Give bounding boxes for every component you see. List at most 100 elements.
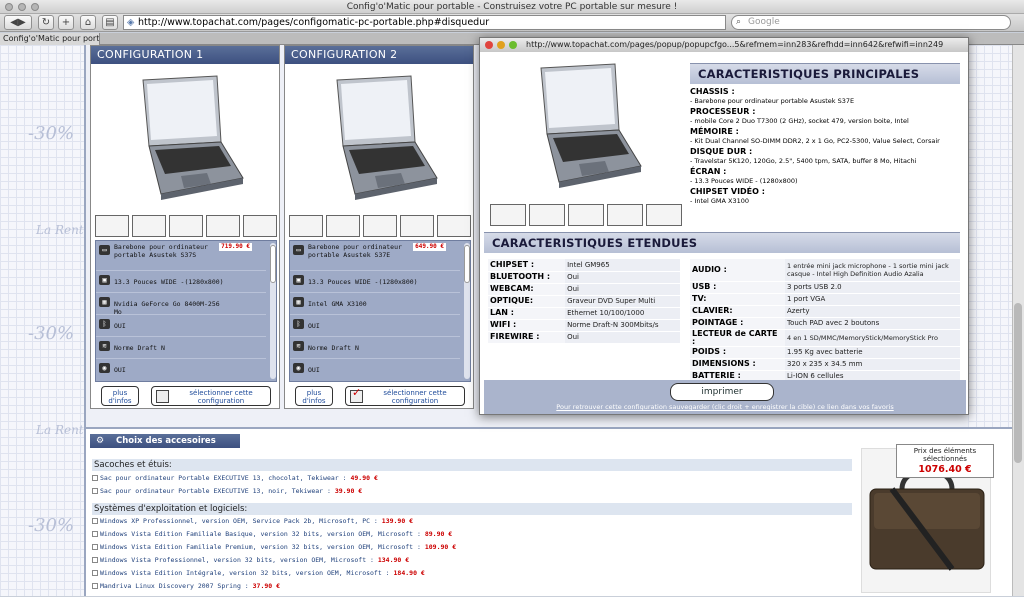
config-item[interactable]: ≋ Norme Draft N [96, 337, 266, 359]
thumbnail[interactable] [326, 215, 360, 237]
url-text: http://www.topachat.com/pages/configomat… [138, 17, 490, 28]
main-specs-title: CARACTERISTIQUES PRINCIPALES [690, 63, 960, 84]
accessory-item[interactable]: Sac pour ordinateur Portable EXECUTIVE 1… [92, 474, 378, 482]
scroll-thumb[interactable] [270, 245, 276, 283]
item-checkbox[interactable] [92, 518, 98, 524]
list-scrollbar[interactable] [270, 243, 276, 379]
thumbnail[interactable] [437, 215, 471, 237]
item-checkbox[interactable] [92, 531, 98, 537]
select-checkbox[interactable]: ✓ [350, 386, 363, 403]
popup-titlebar: http://www.topachat.com/pages/popup/popu… [480, 38, 968, 52]
thumbnail[interactable] [95, 215, 129, 237]
zoom-popup-button[interactable] [509, 41, 517, 49]
discount-mark: -30% [28, 515, 75, 536]
thumbnail[interactable] [169, 215, 203, 237]
forward-icon[interactable]: ▶ [18, 17, 26, 28]
close-window-button[interactable] [5, 3, 13, 11]
config-item[interactable]: ≋ Norme Draft N [290, 337, 460, 359]
thumbnail[interactable] [529, 204, 565, 226]
webcam-icon: ◉ [99, 363, 110, 373]
url-bar[interactable]: ◈ http://www.topachat.com/pages/configom… [123, 15, 726, 30]
category-heading: Sacoches et étuis: [92, 459, 852, 471]
config-item[interactable]: ▭ Barebone pour ordinateur portable Asus… [290, 241, 460, 271]
spec-popup-window: http://www.topachat.com/pages/popup/popu… [479, 37, 969, 415]
select-checkbox[interactable] [156, 390, 169, 403]
new-tab-button[interactable]: + [58, 15, 74, 30]
back-forward-buttons[interactable]: ◀▶ [4, 15, 32, 30]
accessory-item[interactable]: Windows Vista Professionnel, version 32 … [92, 556, 409, 564]
home-button[interactable]: ⌂ [80, 15, 96, 30]
thumbnail[interactable] [243, 215, 277, 237]
brand-mark: La Rent [36, 423, 84, 437]
thumbnail[interactable] [363, 215, 397, 237]
select-config-button[interactable]: sélectionner cette configuration [151, 386, 271, 406]
minimize-window-button[interactable] [18, 3, 26, 11]
extended-specs-title: CARACTERISTIQUES ETENDUES [484, 232, 960, 253]
config-item[interactable]: ▣ 13.3 Pouces WIDE -(1280x800) [96, 271, 266, 293]
accessories-section: ⚙ Choix des accesoires Sacoches et étuis… [86, 427, 1012, 596]
webcam-icon: ◉ [293, 363, 304, 373]
scroll-thumb[interactable] [464, 245, 470, 283]
save-config-link[interactable]: Pour retrouver cette configuration sauve… [484, 403, 966, 411]
accessory-item[interactable]: Windows Vista Edition Intégrale, version… [92, 569, 425, 577]
config-item[interactable]: ▭ Barebone pour ordinateur portable Asus… [96, 241, 266, 271]
thumbnail[interactable] [132, 215, 166, 237]
back-icon[interactable]: ◀ [10, 17, 18, 28]
config-item[interactable]: ◉ OUI [96, 359, 266, 381]
laptop-icon: ▭ [99, 245, 110, 255]
thumbnail[interactable] [568, 204, 604, 226]
discount-mark: -30% [28, 123, 75, 144]
accessory-item[interactable]: Sac pour ordinateur Portable EXECUTIVE 1… [92, 487, 362, 495]
page-scroll-thumb[interactable] [1014, 303, 1022, 463]
config-title: CONFIGURATION 2 [285, 46, 473, 64]
reload-button[interactable]: ↻ [38, 15, 54, 30]
config-item[interactable]: ᛒ OUI [290, 315, 460, 337]
item-checkbox[interactable] [92, 475, 98, 481]
thumbnail[interactable] [289, 215, 323, 237]
close-popup-button[interactable] [485, 41, 493, 49]
accessory-item[interactable]: Windows Vista Edition Familiale Basique,… [92, 530, 452, 538]
config-title: CONFIGURATION 1 [91, 46, 279, 64]
zoom-window-button[interactable] [31, 3, 39, 11]
thumbnail[interactable] [607, 204, 643, 226]
accessory-item[interactable]: Mandriva Linux Discovery 2007 Spring : 3… [92, 582, 280, 590]
accessory-item[interactable]: Windows XP Professionnel, version OEM, S… [92, 517, 413, 525]
gpu-icon: ▦ [99, 297, 110, 307]
popup-thumbnail-strip [490, 204, 686, 226]
print-button[interactable]: ▤ [102, 15, 118, 30]
accessories-title: ⚙ Choix des accesoires [90, 434, 240, 448]
thumbnail-strip [289, 215, 471, 237]
select-config-button[interactable]: ✓ sélectionner cette configuration [345, 386, 465, 406]
laptop-image [540, 63, 642, 188]
monitor-icon: ▣ [293, 275, 304, 285]
item-checkbox[interactable] [92, 544, 98, 550]
config-item[interactable]: ◉ OUI [290, 359, 460, 381]
accessory-item[interactable]: Windows Vista Edition Familiale Premium,… [92, 543, 456, 551]
config-item[interactable]: ▦ Nvidia GeForce Go 8400M-256 Mo [96, 293, 266, 316]
print-button[interactable]: imprimer [670, 383, 774, 401]
item-checkbox[interactable] [92, 557, 98, 563]
config-item[interactable]: ▦ Intel GMA X3100 [290, 293, 460, 315]
thumbnail[interactable] [206, 215, 240, 237]
plus-icon: + [61, 17, 71, 28]
tab-configomatic[interactable]: Config'o'Matic pour portable [0, 33, 100, 45]
more-info-button[interactable]: plus d'infos [295, 386, 333, 406]
thumbnail[interactable] [400, 215, 434, 237]
thumbnail[interactable] [490, 204, 526, 226]
config-item[interactable]: ▣ 13.3 Pouces WIDE -(1280x800) [290, 271, 460, 293]
config-panel-1: CONFIGURATION 1 ▭ Barebone pour ordinate… [90, 45, 280, 409]
item-checkbox[interactable] [92, 583, 98, 589]
minimize-popup-button[interactable] [497, 41, 505, 49]
total-price-value: 1076.40 € [918, 464, 972, 475]
window-title: Config'o'Matic pour portable - Construis… [346, 2, 678, 12]
search-bar[interactable]: ⌕ Google [731, 15, 1011, 30]
more-info-button[interactable]: plus d'infos [101, 386, 139, 406]
item-checkbox[interactable] [92, 570, 98, 576]
gear-icon: ⚙ [96, 436, 105, 446]
item-checkbox[interactable] [92, 488, 98, 494]
thumbnail-strip [95, 215, 277, 237]
thumbnail[interactable] [646, 204, 682, 226]
list-scrollbar[interactable] [464, 243, 470, 379]
checkmark-icon: ✓ [352, 386, 362, 399]
config-item[interactable]: ᛒ OUI [96, 315, 266, 337]
